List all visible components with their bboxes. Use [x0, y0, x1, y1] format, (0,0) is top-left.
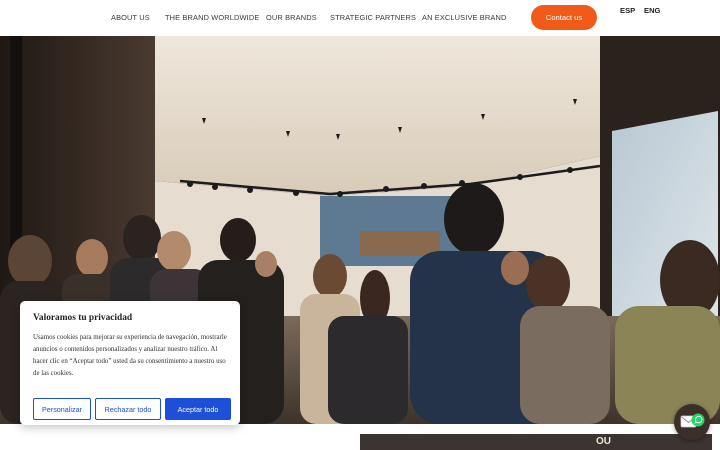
language-eng[interactable]: ENG	[644, 6, 660, 15]
page: ABOUT US THE BRAND WORLDWIDE OUR BRANDS …	[0, 0, 720, 450]
language-esp[interactable]: ESP	[620, 6, 635, 15]
mail-whatsapp-icon	[680, 413, 705, 428]
cookie-consent-banner: Valoramos tu privacidad Usamos cookies p…	[20, 301, 240, 425]
cookie-banner-text: Usamos cookies para mejorar su experienc…	[33, 334, 227, 377]
accept-all-button[interactable]: Aceptar todo	[165, 398, 231, 420]
lower-section-photo: OU	[360, 434, 712, 450]
contact-us-button[interactable]: Contact us	[531, 5, 597, 30]
nav-exclusive-brand[interactable]: AN EXCLUSIVE BRAND	[422, 13, 506, 22]
cookie-banner-actions: Personalizar Rechazar todo Aceptar todo	[33, 398, 231, 420]
reject-all-button[interactable]: Rechazar todo	[95, 398, 161, 420]
site-header: ABOUT US THE BRAND WORLDWIDE OUR BRANDS …	[0, 0, 720, 36]
nav-about-us[interactable]: ABOUT US	[111, 13, 150, 22]
cookie-banner-title: Valoramos tu privacidad	[33, 313, 133, 323]
contact-widget-button[interactable]	[674, 404, 710, 440]
nav-brand-worldwide[interactable]: THE BRAND WORLDWIDE	[165, 13, 259, 22]
store-sign-text: OU	[596, 436, 611, 447]
nav-strategic-partners[interactable]: STRATEGIC PARTNERS	[330, 13, 416, 22]
nav-our-brands[interactable]: OUR BRANDS	[266, 13, 317, 22]
customize-cookies-button[interactable]: Personalizar	[33, 398, 91, 420]
